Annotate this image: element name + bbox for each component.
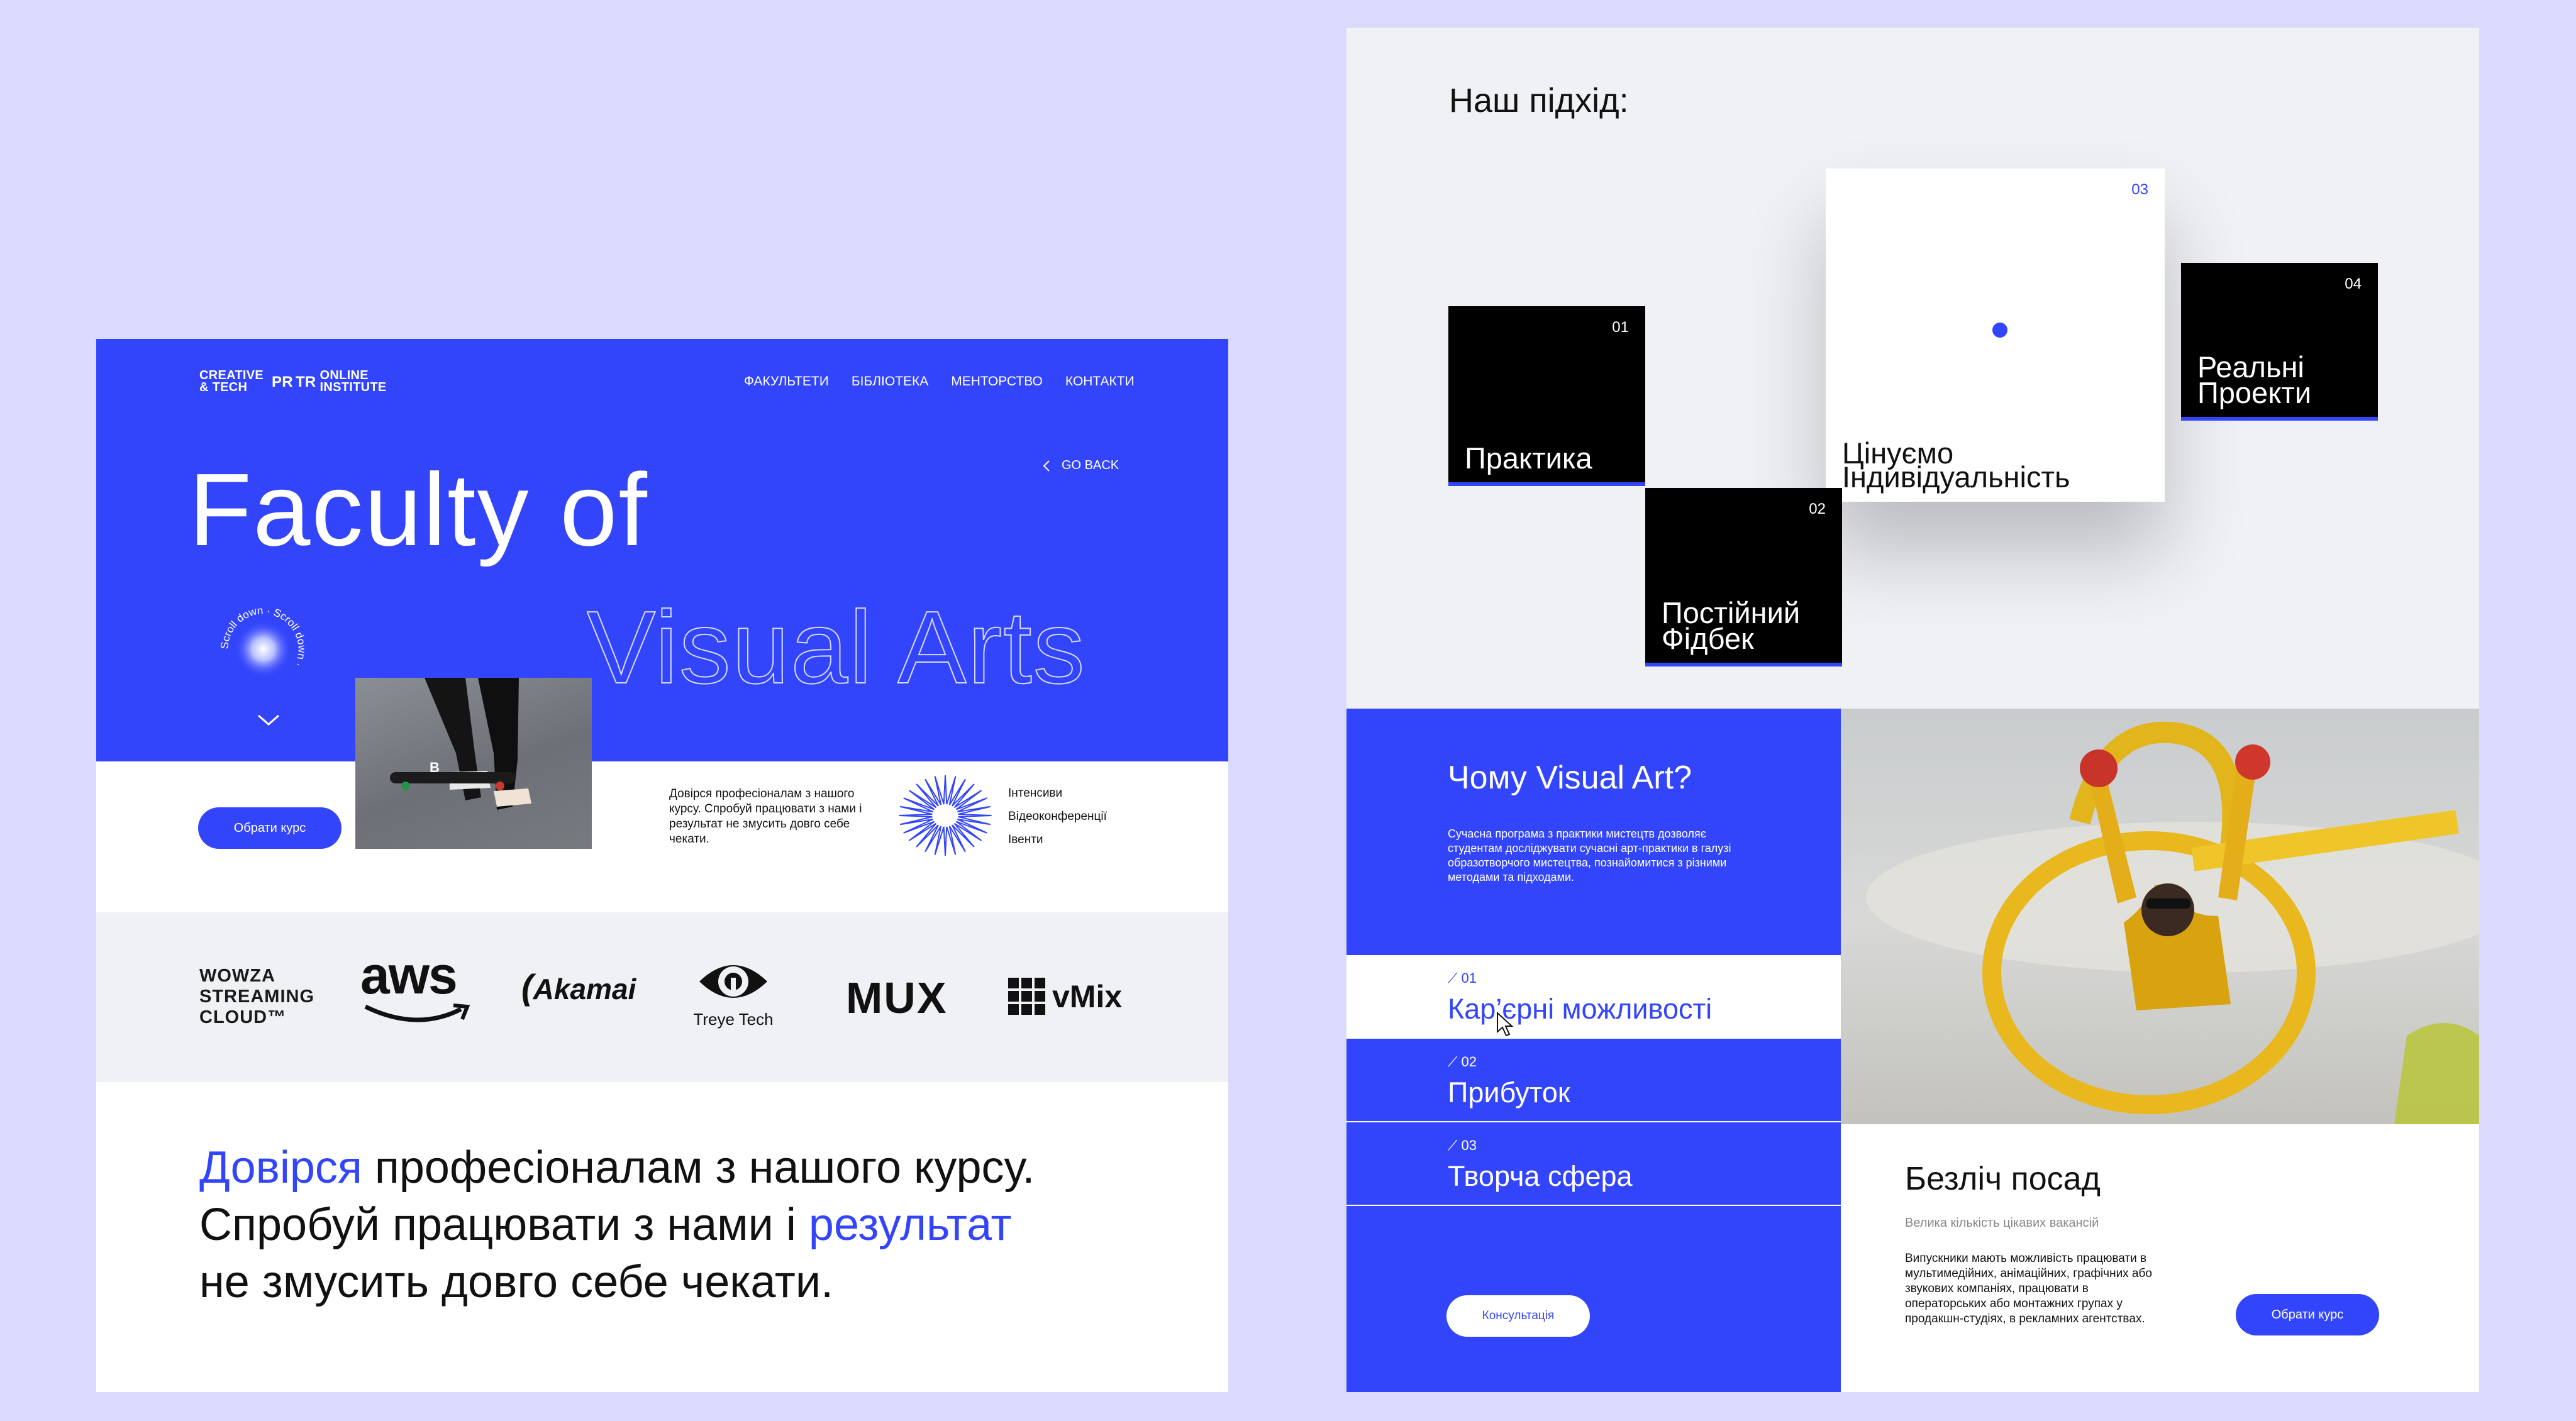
feature-item: Відеоконференції (1008, 810, 1107, 823)
person-with-hoops-photo (1841, 709, 2479, 1124)
positions-description: Випускники мають можливість працювати в … (1905, 1252, 2152, 1325)
choose-course-button[interactable]: Обрати курс (2236, 1294, 2379, 1335)
features-list: Інтенсиви Відеоконференції Івенти (1008, 782, 1107, 851)
grid-icon (1008, 978, 1045, 1015)
chevron-down-icon[interactable] (256, 713, 281, 728)
nav-item-contacts[interactable]: КОНТАКТИ (1065, 374, 1135, 389)
consultation-button[interactable]: Консультація (1446, 1295, 1590, 1337)
accent-dot (1992, 323, 2007, 338)
choose-course-button[interactable]: Обрати курс (198, 807, 341, 849)
approach-card-practice[interactable]: 01 Практика (1448, 306, 1645, 486)
partners-strip: WOWZA STREAMING CLOUD™ aws (Akamai Treye T… (96, 912, 1228, 1082)
nav-item-faculties[interactable]: ФАКУЛЬТЕТИ (744, 374, 829, 389)
why-visual-art-section: Чому Visual Art? Сучасна програма з прак… (1346, 709, 1841, 1392)
hero-title-line1: Faculty of (189, 452, 648, 567)
scroll-down-badge[interactable]: Scroll down · Scroll down · (221, 607, 306, 692)
go-back-link[interactable]: GO BACK (1043, 458, 1119, 473)
mux-logo: MUX (846, 973, 948, 1022)
approach-card-real-projects[interactable]: 04 Реальні Проекти (2181, 263, 2378, 421)
akamai-logo: (Akamai (521, 967, 636, 1007)
trust-description: Довірся професіоналам з нашого курсу. Сп… (669, 787, 862, 846)
why-title: Чому Visual Art? (1448, 760, 1692, 796)
feature-item: Івенти (1008, 833, 1043, 846)
approach-title: Наш підхід: (1449, 82, 1629, 119)
hero-title-line2: Visual Arts (587, 594, 1086, 705)
aws-smile-icon (364, 1004, 470, 1022)
approach-card-feedback[interactable]: 02 Постійний Фідбек (1645, 488, 1842, 666)
svg-text:B: B (430, 760, 440, 775)
positions-subtitle: Велика кількість цікавих вакансій (1905, 1216, 2099, 1230)
nav-item-mentorship[interactable]: МЕНТОРСТВО (951, 374, 1043, 389)
mouse-cursor-icon (1497, 1012, 1514, 1037)
why-description: Сучасна програма з практики мистецтв доз… (1448, 827, 1731, 883)
nav-item-library[interactable]: БІБЛІОТЕКА (852, 374, 928, 389)
positions-section: Безліч посад Велика кількість цікавих ва… (1841, 1124, 2479, 1392)
vmix-logo: vMix (1008, 978, 1122, 1015)
card-accent-bar (1645, 663, 1842, 666)
starburst-icon (899, 775, 992, 856)
eye-icon (699, 965, 767, 998)
card-accent-bar (1448, 482, 1645, 486)
wowza-logo: WOWZA STREAMING CLOUD™ (199, 966, 314, 1027)
main-nav: ФАКУЛЬТЕТИ БІБЛІОТЕКА МЕНТОРСТВО КОНТАКТ… (744, 374, 1135, 389)
trust-statement: Довірся професіоналам з нашого курсу. Сп… (199, 1142, 1035, 1307)
skateboard-photo: B (355, 678, 592, 849)
card-accent-bar (2181, 417, 2378, 421)
treye-tech-logo: Treye Tech (686, 956, 780, 1029)
institute-logo[interactable]: CREATIVE & TECH PR TR ONLINE INSTITUTE (199, 369, 387, 394)
accordion-item-income[interactable]: ⟋ 02 Прибуток (1346, 1039, 1841, 1122)
approach-section: Наш підхід: 03 Цінуємо Індивідуальність 0… (1346, 28, 2479, 709)
faculty-landing-page: CREATIVE & TECH PR TR ONLINE INSTITUTE ФАКУЛЬ… (96, 339, 1228, 1392)
aws-logo: aws (360, 949, 474, 1030)
positions-title: Безліч посад (1905, 1161, 2101, 1197)
feature-item: Інтенсиви (1008, 787, 1063, 800)
accordion-item-career[interactable]: ⟋ 01 Кар’єрні можливості (1346, 955, 1841, 1039)
svg-text:Visual Arts: Visual Arts (587, 594, 1086, 705)
approach-card-individuality[interactable]: 03 Цінуємо Індивідуальність (1826, 169, 2165, 502)
chevron-left-icon (1043, 460, 1050, 472)
accordion-item-creative[interactable]: ⟋ 03 Творча сфера (1346, 1122, 1841, 1206)
